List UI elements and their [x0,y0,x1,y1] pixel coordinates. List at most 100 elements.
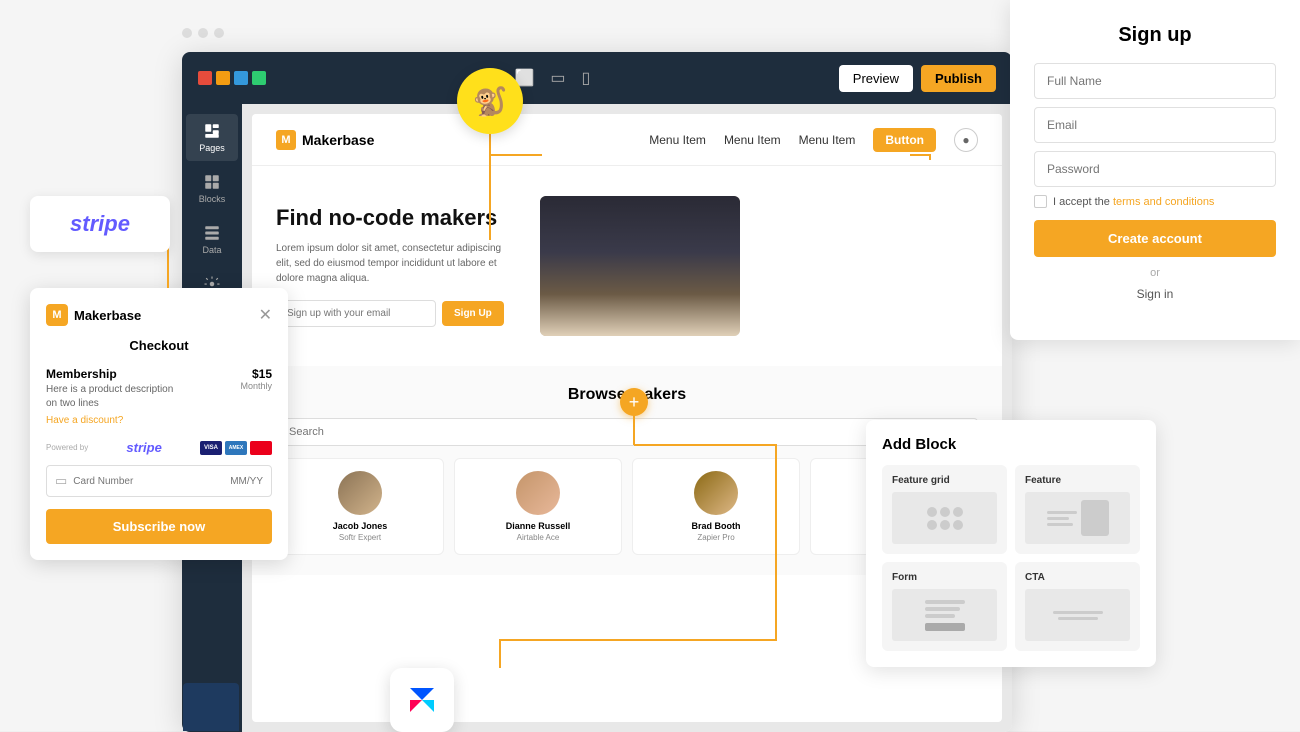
data-icon [203,224,221,242]
block-card-label-cta: CTA [1025,572,1130,583]
maker-name-jacob: Jacob Jones [289,521,431,531]
signup-checkbox-row: I accept the terms and conditions [1034,195,1276,208]
terms-link[interactable]: terms and conditions [1113,196,1215,208]
hero-email-row: Sign Up [276,300,516,327]
site-nav-links: Menu Item Menu Item Menu Item Button ● [649,128,978,152]
block-preview-feature-grid [892,492,997,544]
hero-email-input[interactable] [276,300,436,327]
tablet-icon[interactable]: ▭ [550,68,565,88]
fp-line [1047,511,1077,514]
fp-line [1047,517,1069,520]
signup-password-input[interactable] [1034,151,1276,187]
blocks-icon [203,173,221,191]
nav-cta-button[interactable]: Button [873,128,936,152]
sidebar-item-pages[interactable]: Pages [186,114,238,161]
block-card-label-feature: Feature [1025,475,1130,486]
membership-info: Membership Here is a product description… [46,367,173,411]
visa-icon: VISA [200,441,222,455]
window-dot-3 [214,28,224,38]
stripe-brand-name: Makerbase [74,308,141,323]
hero-body: Lorem ipsum dolor sit amet, consectetur … [276,241,516,286]
checkout-label: Checkout [46,338,272,353]
block-card-feature-grid[interactable]: Feature grid [882,465,1007,554]
site-logo: M Makerbase [276,130,374,150]
fp-dot [953,520,963,530]
discount-link[interactable]: Have a discount? [46,415,272,426]
maker-avatar-jacob [338,471,382,515]
signup-panel: Sign up I accept the terms and condition… [1010,0,1300,340]
fp-feature [1047,500,1109,536]
nav-link-1[interactable]: Menu Item [649,133,706,147]
preview-button[interactable]: Preview [839,65,913,92]
membership-price: $15 Monthly [240,367,272,391]
maker-card-dianne[interactable]: Dianne Russell Airtable Ace [454,458,622,555]
terms-prefix: I accept the [1053,196,1113,208]
card-expiry-input[interactable] [213,476,263,487]
publish-button[interactable]: Publish [921,65,996,92]
nav-user-icon[interactable]: ● [954,128,978,152]
block-card-cta[interactable]: CTA [1015,562,1140,651]
fp-cta-line [1053,611,1103,614]
fp-form-btn [925,623,965,631]
sidebar-item-data[interactable]: Data [186,216,238,263]
maker-avatar-brad [694,471,738,515]
mobile-icon[interactable]: ▯ [582,68,591,88]
nav-link-3[interactable]: Menu Item [799,133,856,147]
signup-or: or [1034,267,1276,279]
block-card-label-form: Form [892,572,997,583]
subscribe-now-button[interactable]: Subscribe now [46,509,272,544]
block-preview-form [892,589,997,641]
close-button[interactable]: ✕ [259,305,272,325]
site-brand-name: Makerbase [302,132,374,148]
stripe-floating-logo: stripe [70,211,130,237]
membership-row: Membership Here is a product description… [46,367,272,411]
hero-image [540,196,740,336]
hero-text: Find no-code makers Lorem ipsum dolor si… [276,205,516,327]
stripe-checkout-panel: M Makerbase ✕ Checkout Membership Here i… [30,288,288,560]
site-nav: M Makerbase Menu Item Menu Item Menu Ite… [252,114,1002,166]
stripe-logo-row: M Makerbase [46,304,141,326]
fp-form-line [925,614,955,618]
card-icons: VISA AMEX [200,441,272,455]
signup-full-name-input[interactable] [1034,63,1276,99]
fp-line [1047,523,1073,526]
block-preview-feature [1025,492,1130,544]
create-account-button[interactable]: Create account [1034,220,1276,257]
signup-email-input[interactable] [1034,107,1276,143]
nav-link-2[interactable]: Menu Item [724,133,781,147]
fp-cta-line [1058,617,1098,620]
signup-signin[interactable]: Sign in [1034,287,1276,301]
membership-desc-1: Here is a product description [46,383,173,397]
maker-name-brad: Brad Booth [645,521,787,531]
fp-dot [940,520,950,530]
hero-desk-scene [540,196,740,336]
maker-card-jacob[interactable]: Jacob Jones Softr Expert [276,458,444,555]
plus-button[interactable]: + [620,388,648,416]
membership-desc-2: on two lines [46,397,173,411]
maker-role-jacob: Softr Expert [289,533,431,542]
pages-label: Pages [199,143,225,153]
add-block-title: Add Block [882,436,1140,453]
hero-signup-button[interactable]: Sign Up [442,301,504,326]
fp-form [925,600,965,631]
fp-dot [953,507,963,517]
window-dot-1 [182,28,192,38]
card-input-row: ▭ [46,465,272,497]
powered-by-text: Powered by [46,443,88,452]
maker-card-brad[interactable]: Brad Booth Zapier Pro [632,458,800,555]
fp-dot [927,520,937,530]
blocks-label: Blocks [199,194,226,204]
signup-checkbox[interactable] [1034,195,1047,208]
price-period: Monthly [240,381,272,391]
block-card-feature[interactable]: Feature [1015,465,1140,554]
fp-dot [940,507,950,517]
block-card-form[interactable]: Form [882,562,1007,651]
block-card-label-feature-grid: Feature grid [892,475,997,486]
maker-role-brad: Zapier Pro [645,533,787,542]
card-number-input[interactable] [73,476,213,487]
framer-bubble [390,668,454,732]
sidebar-item-blocks[interactable]: Blocks [186,165,238,212]
mastercard-icon [250,441,272,455]
logo-sq-blue [234,71,248,85]
pages-icon [203,122,221,140]
